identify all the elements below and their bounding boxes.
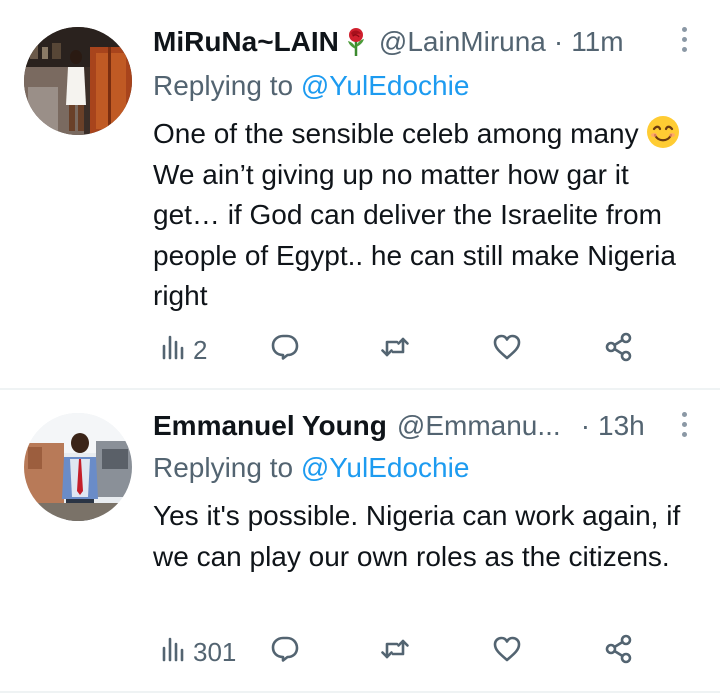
like-button[interactable] [491,330,527,370]
reply-button[interactable] [269,330,305,370]
views-count: 301 [193,636,237,667]
share-icon [603,633,635,672]
reply-icon [269,633,301,672]
share-button[interactable] [603,632,635,672]
timestamp[interactable]: 13h [598,410,645,442]
like-icon [491,633,523,672]
tweet-divider [0,388,720,390]
tweet-header: Emmanuel Young @Emmanu... · 13h [153,408,690,444]
views-button[interactable]: 301 [157,632,236,672]
more-icon[interactable] [680,412,688,440]
views-icon [157,331,189,370]
replying-prefix: Replying to [153,452,294,483]
views-count: 2 [193,334,208,365]
reply-icon [269,331,301,370]
retweet-icon [379,331,411,370]
retweet-button[interactable] [379,330,415,370]
display-name[interactable]: Emmanuel Young [153,410,387,442]
like-button[interactable] [491,632,527,672]
replying-to: Replying to @YulEdochie [153,452,469,484]
share-button[interactable] [603,330,635,370]
tweet[interactable]: Emmanuel Young @Emmanu... · 13h Replying… [0,0,720,667]
retweet-button[interactable] [379,632,415,672]
tweet-actions: 301 [153,632,643,672]
mention-link[interactable]: @YulEdochie [301,452,470,483]
retweet-icon [379,633,411,672]
reply-button[interactable] [269,632,305,672]
separator-dot: · [580,410,591,441]
like-icon [491,331,523,370]
tweet-text: Yes it's possible. Nigeria can work agai… [153,500,681,572]
tweet-divider [0,691,720,693]
views-button[interactable]: 2 [157,330,207,370]
avatar[interactable] [24,413,132,521]
tweet-actions: 2 [153,330,643,370]
share-icon [603,331,635,370]
user-handle[interactable]: @Emmanu... [397,410,561,442]
views-icon [157,633,189,672]
